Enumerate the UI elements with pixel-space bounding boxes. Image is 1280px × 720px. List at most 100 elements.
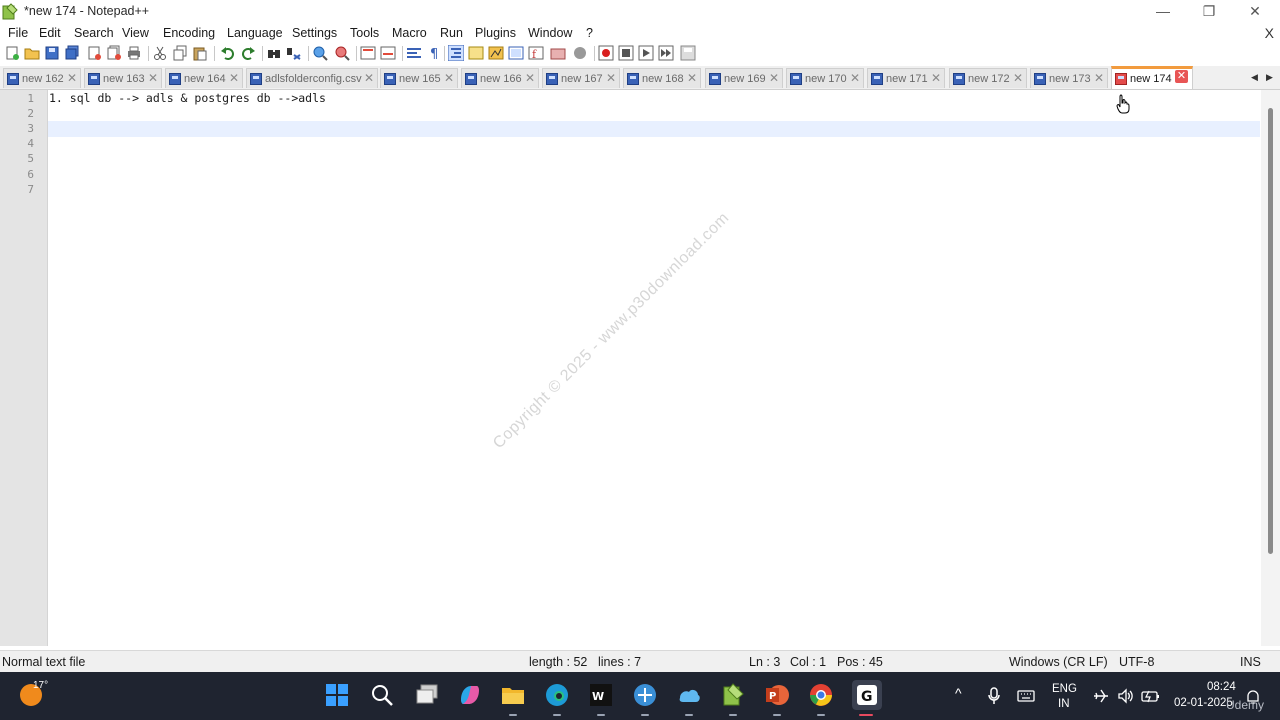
close-document-x[interactable]: X (1265, 25, 1274, 41)
editor-area[interactable]: 1 2 3 4 5 6 7 1. sql db --> adls & postg… (0, 90, 1280, 646)
stop-macro-icon[interactable] (618, 45, 634, 61)
record-macro-icon[interactable] (598, 45, 614, 61)
new-file-icon[interactable] (4, 45, 20, 61)
tab-new-167[interactable]: new 167 ✕ (542, 68, 620, 88)
udl-icon[interactable] (468, 45, 484, 61)
azure-data-studio-icon[interactable] (632, 682, 658, 708)
editor-line-1[interactable]: 1. sql db --> adls & postgres db -->adls (49, 91, 326, 105)
tab-new-169[interactable]: new 169 ✕ (705, 68, 783, 88)
tab-close-icon[interactable]: ✕ (525, 71, 535, 85)
sync-vertical-icon[interactable] (360, 45, 376, 61)
minimize-button[interactable]: — (1140, 0, 1186, 24)
close-all-icon[interactable] (106, 45, 122, 61)
powerpoint-icon[interactable]: P (764, 682, 790, 708)
show-hidden-icons-chevron[interactable]: ^ (955, 685, 962, 701)
edge-icon[interactable] (544, 682, 570, 708)
print-icon[interactable] (126, 45, 142, 61)
tab-new-172[interactable]: new 172 ✕ (949, 68, 1027, 88)
storage-explorer-icon[interactable] (676, 682, 702, 708)
doc-map-icon[interactable] (488, 45, 504, 61)
tab-close-icon[interactable]: ✕ (769, 71, 779, 85)
menu-encoding[interactable]: Encoding (163, 26, 215, 40)
tab-new-163[interactable]: new 163 ✕ (84, 68, 162, 88)
start-icon[interactable] (324, 682, 350, 708)
tab-close-icon[interactable]: ✕ (148, 71, 158, 85)
run-macro-multiple-icon[interactable] (658, 45, 674, 61)
tab-close-icon[interactable]: ✕ (444, 71, 454, 85)
tab-new-170[interactable]: new 170 ✕ (786, 68, 864, 88)
language-indicator-top[interactable]: ENG (1052, 683, 1077, 695)
tab-close-icon[interactable]: ✕ (931, 71, 941, 85)
save-icon[interactable] (44, 45, 60, 61)
tab-close-icon[interactable]: ✕ (229, 71, 239, 85)
tab-new-171[interactable]: new 171 ✕ (867, 68, 945, 88)
cut-icon[interactable] (152, 45, 168, 61)
menu-window[interactable]: Window (528, 26, 572, 40)
save-all-icon[interactable] (64, 45, 80, 61)
scrollbar-thumb[interactable] (1268, 108, 1273, 554)
clock-time[interactable]: 08:24 (1207, 681, 1236, 693)
menu-view[interactable]: View (122, 26, 149, 40)
status-encoding[interactable]: UTF-8 (1119, 655, 1154, 669)
tab-new-166[interactable]: new 166 ✕ (461, 68, 539, 88)
find-icon[interactable] (266, 45, 282, 61)
menu-settings[interactable]: Settings (292, 26, 337, 40)
show-all-chars-icon[interactable]: ¶ (426, 45, 442, 61)
replace-icon[interactable] (286, 45, 302, 61)
menu-help[interactable]: ? (586, 26, 593, 40)
file-explorer-icon[interactable] (500, 682, 526, 708)
menu-plugins[interactable]: Plugins (475, 26, 516, 40)
zoom-out-icon[interactable] (334, 45, 350, 61)
doc-list-icon[interactable] (508, 45, 524, 61)
menu-tools[interactable]: Tools (350, 26, 379, 40)
close-file-icon[interactable] (86, 45, 102, 61)
sync-horizontal-icon[interactable] (380, 45, 396, 61)
greenshot-icon[interactable]: G (852, 680, 882, 710)
zoom-in-icon[interactable] (312, 45, 328, 61)
microphone-icon[interactable] (987, 687, 1001, 705)
menu-search[interactable]: Search (74, 26, 114, 40)
tab-close-icon[interactable]: ✕ (1094, 71, 1104, 85)
tab-close-icon[interactable]: ✕ (67, 71, 77, 85)
keyboard-icon[interactable] (1017, 689, 1035, 703)
clock-date[interactable]: 02-01-2025 (1174, 697, 1233, 709)
play-macro-icon[interactable] (638, 45, 654, 61)
word-wrap-icon[interactable] (406, 45, 422, 61)
battery-icon[interactable] (1141, 688, 1161, 704)
tab-new-165[interactable]: new 165 ✕ (380, 68, 458, 88)
airplane-mode-icon[interactable] (1092, 688, 1110, 704)
language-indicator-bottom[interactable]: IN (1058, 698, 1070, 710)
tab-scroll-right-icon[interactable]: ▶ (1266, 72, 1273, 83)
save-macro-icon[interactable] (680, 45, 696, 61)
open-file-icon[interactable] (24, 45, 40, 61)
notepadpp-taskbar-icon[interactable] (720, 682, 746, 708)
tab-new-164[interactable]: new 164 ✕ (165, 68, 243, 88)
menu-language[interactable]: Language (227, 26, 283, 40)
volume-icon[interactable] (1117, 688, 1135, 704)
tab-close-icon[interactable]: ✕ (1175, 70, 1188, 83)
tab-new-168[interactable]: new 168 ✕ (623, 68, 701, 88)
tab-adlsfolderconfig[interactable]: adlsfolderconfig.csv ✕ (246, 68, 378, 88)
search-icon[interactable] (369, 682, 395, 708)
close-window-button[interactable]: ✕ (1232, 0, 1278, 24)
folder-workspace-icon[interactable] (550, 45, 566, 61)
status-eol-format[interactable]: Windows (CR LF) (1009, 655, 1108, 669)
tab-new-162[interactable]: new 162 ✕ (3, 68, 81, 88)
copilot-icon[interactable] (457, 682, 483, 708)
task-view-icon[interactable] (414, 682, 440, 708)
chrome-icon[interactable] (808, 682, 834, 708)
tab-new-173[interactable]: new 173 ✕ (1030, 68, 1108, 88)
menu-file[interactable]: File (8, 26, 28, 40)
tab-scroll-left-icon[interactable]: ◀ (1251, 72, 1258, 83)
function-list-icon[interactable]: f (528, 45, 544, 61)
paste-icon[interactable] (192, 45, 208, 61)
redo-icon[interactable] (240, 45, 256, 61)
tab-close-icon[interactable]: ✕ (850, 71, 860, 85)
tab-new-174[interactable]: new 174 ✕ (1111, 66, 1193, 89)
monitoring-icon[interactable] (572, 45, 588, 61)
tab-close-icon[interactable]: ✕ (606, 71, 616, 85)
tab-close-icon[interactable]: ✕ (364, 71, 374, 85)
menu-macro[interactable]: Macro (392, 26, 427, 40)
undo-icon[interactable] (220, 45, 236, 61)
menu-run[interactable]: Run (440, 26, 463, 40)
